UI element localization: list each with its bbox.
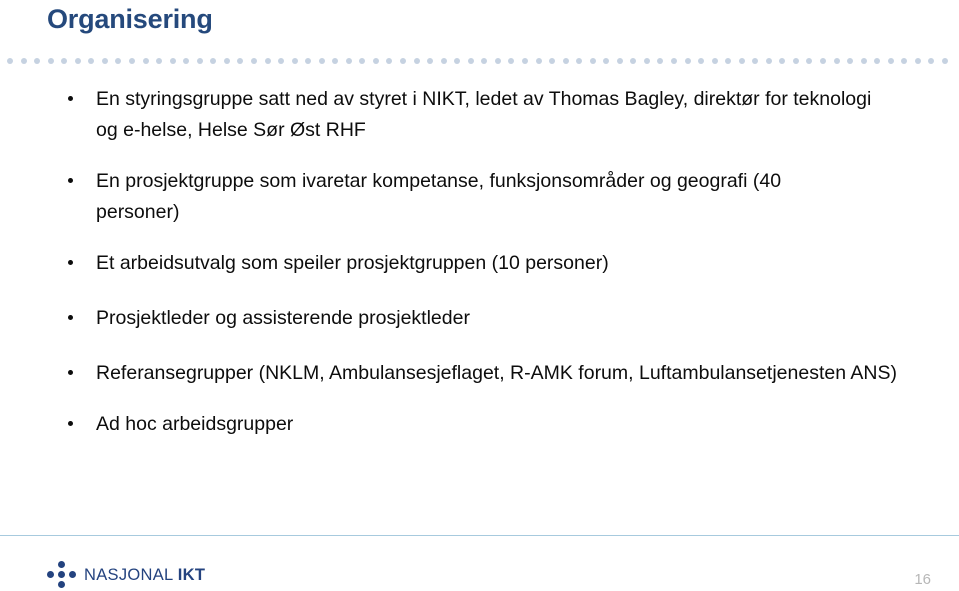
- bullet-marker-icon: [68, 96, 73, 101]
- divider-dot: [752, 58, 759, 64]
- list-item-text: En prosjektgruppe som ivaretar kompetans…: [96, 170, 782, 223]
- divider-dot: [576, 58, 583, 64]
- divider-dot: [183, 58, 190, 64]
- divider-dot: [874, 58, 881, 64]
- page-title: Organisering: [47, 4, 213, 34]
- divider-dot: [725, 58, 732, 64]
- divider-dot: [833, 58, 840, 64]
- divider-dot: [454, 58, 461, 64]
- divider-dot: [196, 58, 203, 64]
- divider-dot: [291, 58, 298, 64]
- divider-dot: [860, 58, 867, 64]
- divider-dot: [345, 58, 352, 64]
- divider-dot: [549, 58, 555, 64]
- divider-dot: [711, 58, 718, 64]
- dotted-divider: [0, 56, 959, 68]
- divider-dot: [765, 58, 772, 64]
- divider-dot: [88, 58, 95, 64]
- divider-dot: [847, 58, 854, 64]
- divider-dot: [413, 58, 420, 64]
- divider-dot: [603, 58, 610, 64]
- divider-dot: [156, 58, 163, 64]
- bullet-marker-icon: [68, 421, 73, 426]
- divider-dot: [250, 58, 257, 64]
- divider-dot: [264, 58, 271, 64]
- divider-dot: [400, 58, 406, 64]
- divider-dot: [210, 58, 217, 64]
- divider-dot: [20, 58, 27, 64]
- bullet-marker-icon: [68, 315, 73, 320]
- divider-dot: [494, 58, 501, 64]
- divider-dot: [698, 58, 704, 64]
- divider-dot: [535, 58, 542, 64]
- divider-dot: [779, 58, 786, 64]
- divider-dot: [670, 58, 677, 64]
- bullet-marker-icon: [68, 178, 73, 183]
- list-item: En prosjektgruppe som ivaretar kompetans…: [62, 166, 942, 228]
- divider-dot: [223, 58, 230, 64]
- divider-dot: [481, 58, 488, 64]
- nasjonal-ikt-logo: NASJONAL IKT: [45, 560, 205, 590]
- divider-dot: [738, 58, 745, 64]
- bullet-list: En styringsgruppe satt ned av styret i N…: [62, 84, 942, 440]
- list-item-text: En styringsgruppe satt ned av styret i N…: [96, 88, 872, 141]
- divider-dot: [928, 58, 935, 64]
- dot-cluster-icon: [45, 560, 79, 590]
- divider-dot: [128, 58, 135, 64]
- divider-dot: [616, 58, 623, 64]
- divider-dot: [589, 58, 596, 64]
- list-item-text: Ad hoc arbeidsgrupper: [96, 413, 294, 435]
- page-number: 16: [914, 571, 931, 588]
- list-item: Prosjektleder og assisterende prosjektle…: [62, 303, 942, 334]
- divider-dot: [101, 58, 108, 64]
- divider-dot: [61, 58, 68, 64]
- divider-dot: [74, 58, 81, 64]
- divider-dot: [34, 58, 41, 64]
- divider-dot: [914, 58, 921, 64]
- divider-dot: [305, 58, 312, 64]
- divider-dot: [684, 58, 691, 64]
- divider-dot: [278, 58, 284, 64]
- slide: Organisering En styringsgruppe satt ned …: [0, 0, 959, 591]
- divider-dot: [169, 58, 176, 64]
- divider-dot: [792, 58, 799, 64]
- divider-dot: [47, 58, 54, 64]
- list-item: Referansegrupper (NKLM, Ambulansesjeflag…: [62, 358, 942, 389]
- logo-word-ikt: IKT: [177, 565, 206, 584]
- divider-dot: [237, 58, 244, 64]
- divider-dot: [806, 58, 813, 64]
- bullet-marker-icon: [68, 370, 73, 375]
- divider-dot: [115, 58, 122, 64]
- divider-dot: [901, 58, 908, 64]
- divider-dot: [386, 58, 393, 64]
- list-item: Ad hoc arbeidsgrupper: [62, 409, 942, 440]
- divider-dot: [820, 58, 826, 64]
- list-item-text: Prosjektleder og assisterende prosjektle…: [96, 307, 470, 329]
- divider-dot: [359, 58, 366, 64]
- list-item: En styringsgruppe satt ned av styret i N…: [62, 84, 942, 146]
- divider-dot: [440, 58, 447, 64]
- list-item-text: Referansegrupper (NKLM, Ambulansesjeflag…: [96, 362, 897, 384]
- bullet-marker-icon: [68, 260, 73, 265]
- divider-dot: [630, 58, 637, 64]
- divider-dot: [318, 58, 325, 64]
- divider-dot: [941, 58, 948, 64]
- divider-dot: [427, 58, 434, 64]
- divider-dot: [508, 58, 515, 64]
- divider-dot: [142, 58, 149, 64]
- logo-word-nasjonal: NASJONAL: [84, 565, 173, 584]
- logo-wordmark: NASJONAL IKT: [84, 566, 205, 585]
- divider-dot: [467, 58, 474, 64]
- divider-dot: [657, 58, 664, 64]
- divider-dot: [887, 58, 894, 64]
- divider-dot: [372, 58, 379, 64]
- list-item-text: Et arbeidsutvalg som speiler prosjektgru…: [96, 252, 609, 274]
- divider-dot: [643, 58, 650, 64]
- list-item: Et arbeidsutvalg som speiler prosjektgru…: [62, 248, 942, 279]
- divider-dot: [521, 58, 528, 64]
- divider-dot: [562, 58, 569, 64]
- divider-dot: [332, 58, 339, 64]
- divider-dot: [7, 58, 13, 64]
